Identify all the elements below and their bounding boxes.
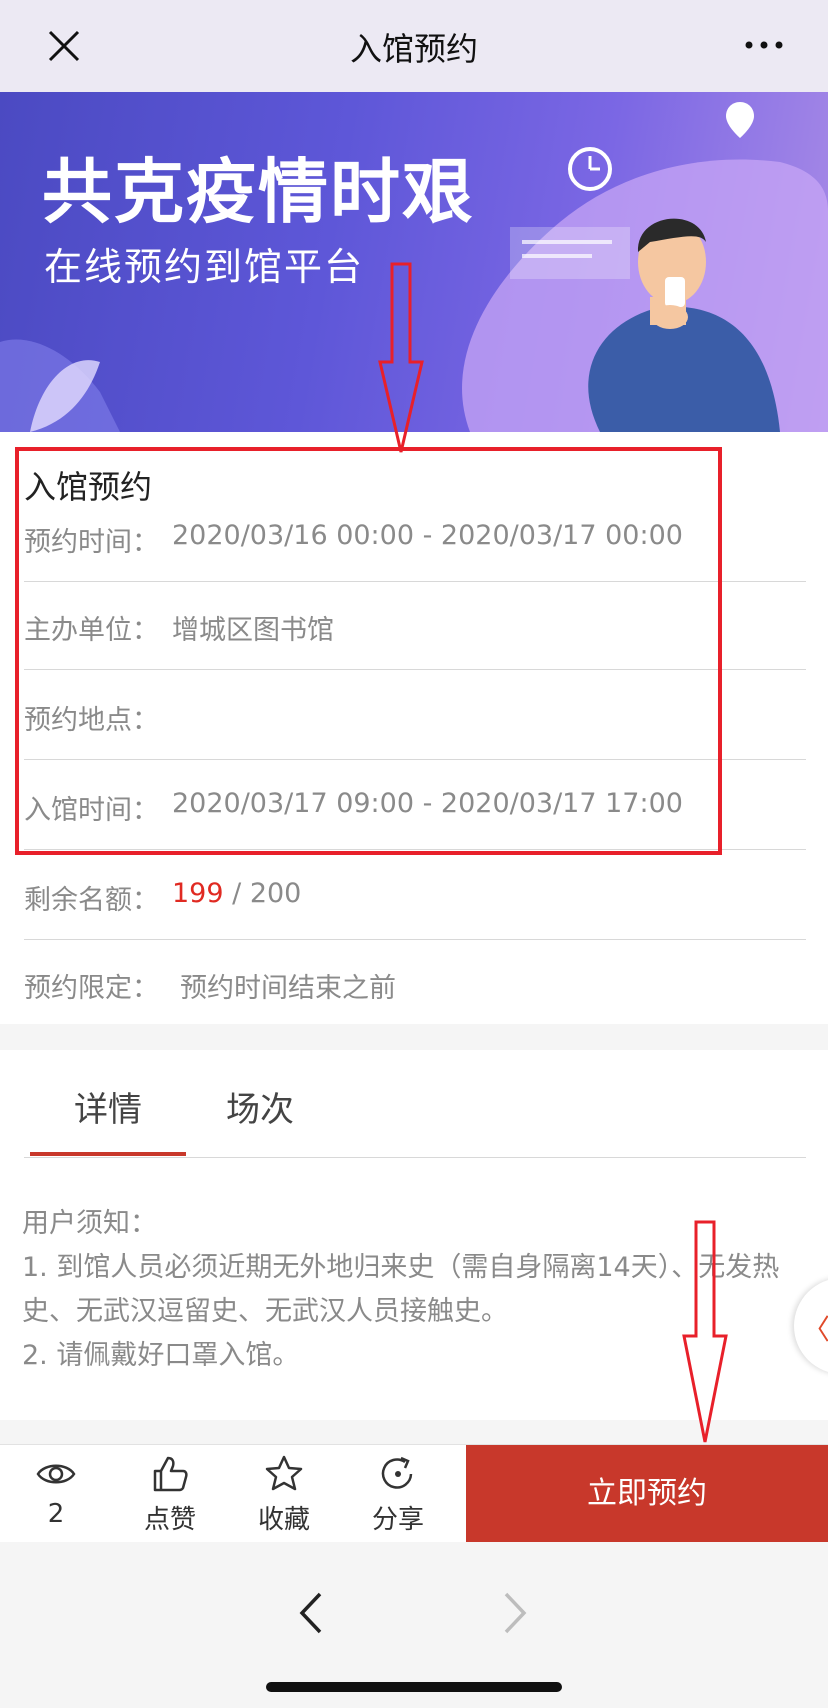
info-label: 预约限定： [24, 973, 159, 1004]
info-row-location: 预约地点： [24, 672, 806, 760]
share-button[interactable]: 分享 [348, 1453, 448, 1536]
tab-details[interactable]: 详情 [74, 1082, 142, 1131]
tab-divider [24, 1157, 806, 1158]
favorite-button[interactable]: 收藏 [234, 1453, 334, 1536]
views-count: 2 [47, 1499, 65, 1529]
banner-subline: 在线预约到馆平台 [44, 245, 365, 289]
title-bar: 入馆预约 [0, 0, 828, 92]
info-value: 预约时间结束之前 [180, 973, 396, 1004]
info-row-booking-time: 预约时间： 2020/03/16 00:00 - 2020/03/17 00:0… [24, 494, 806, 582]
notice-heading: 用户须知： [22, 1208, 157, 1239]
info-row-organizer: 主办单位： 增城区图书馆 [24, 582, 806, 670]
remaining-count: 199 [172, 878, 224, 909]
star-icon [265, 1455, 303, 1491]
forward-icon[interactable] [494, 1588, 534, 1638]
info-row-entry-time: 入馆时间： 2020/03/17 09:00 - 2020/03/17 17:0… [24, 762, 806, 850]
like-label: 点赞 [143, 1505, 196, 1535]
views-counter: 2 [6, 1453, 106, 1529]
total-count: / 200 [232, 878, 302, 909]
tab-sessions[interactable]: 场次 [226, 1082, 294, 1131]
back-icon[interactable] [292, 1588, 332, 1638]
info-label: 剩余名额： [24, 885, 159, 916]
thumbs-up-icon [153, 1456, 188, 1492]
eye-icon [36, 1464, 76, 1484]
banner: 共克疫情时艰 在线预约到馆平台 [0, 92, 828, 432]
info-label: 预约时间： [24, 527, 159, 558]
more-icon[interactable] [744, 38, 784, 52]
info-label: 主办单位： [24, 615, 159, 646]
info-value: 2020/03/17 09:00 - 2020/03/17 17:00 [172, 788, 683, 819]
page-title: 入馆预约 [349, 30, 478, 68]
share-icon [381, 1456, 413, 1489]
user-notice: 用户须知： 1. 到馆人员必须近期无外地归来史（需自身隔离14天）、无发热史、无… [22, 1202, 812, 1378]
info-value: 2020/03/16 00:00 - 2020/03/17 00:00 [172, 520, 683, 551]
event-info-card: 入馆预约 预约时间： 2020/03/16 00:00 - 2020/03/17… [0, 432, 828, 1024]
info-row-remaining: 剩余名额： 199 / 200 [24, 852, 806, 940]
banner-headline: 共克疫情时艰 [42, 151, 474, 233]
browser-nav [0, 1542, 828, 1708]
home-indicator [266, 1682, 562, 1692]
chevron-left-icon: 〈 [802, 1313, 828, 1346]
book-now-button[interactable]: 立即预约 [466, 1445, 828, 1543]
tab-active-indicator [30, 1152, 186, 1156]
info-label: 预约地点： [24, 705, 159, 736]
favorite-label: 收藏 [257, 1505, 310, 1535]
share-label: 分享 [371, 1505, 424, 1535]
notice-line-1: 1. 到馆人员必须近期无外地归来史（需自身隔离14天）、无发热史、无武汉逗留史、… [22, 1252, 780, 1327]
like-button[interactable]: 点赞 [120, 1453, 220, 1536]
info-row-limit: 预约限定： 预约时间结束之前 [24, 940, 806, 1028]
notice-line-2: 2. 请佩戴好口罩入馆。 [22, 1340, 300, 1371]
info-value: 199 / 200 [172, 878, 301, 909]
detail-panel: 详情 场次 用户须知： 1. 到馆人员必须近期无外地归来史（需自身隔离14天）、… [0, 1050, 828, 1420]
info-value: 增城区图书馆 [172, 615, 334, 646]
info-label: 入馆时间： [24, 795, 159, 826]
action-bar: 2 点赞 收藏 分享 立即预约 [0, 1444, 828, 1543]
